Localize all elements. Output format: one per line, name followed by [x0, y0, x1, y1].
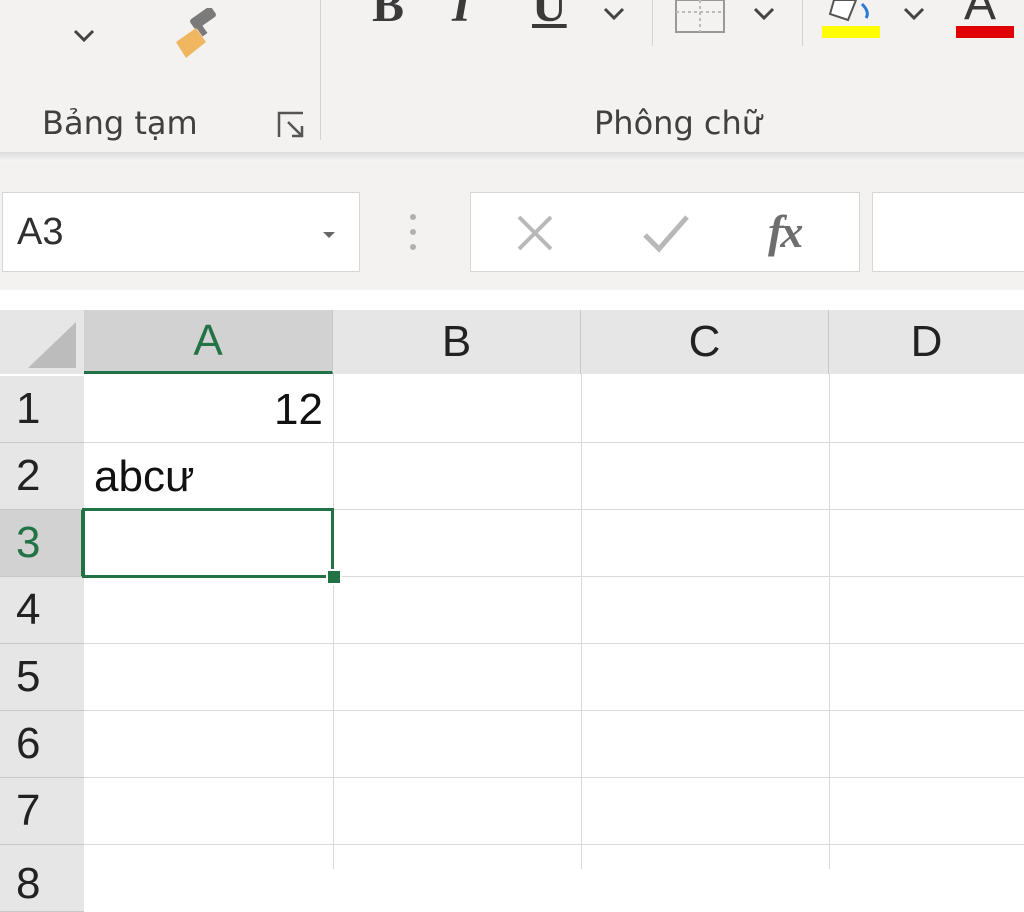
- ribbon-group-separator: [320, 0, 321, 140]
- column-header-c[interactable]: C: [581, 310, 829, 374]
- column-header-a[interactable]: A: [84, 310, 333, 374]
- row-header-8[interactable]: 8: [0, 845, 84, 912]
- row-gridline: [84, 710, 1024, 711]
- ribbon: Bảng tạm B I U A Phông chữ: [0, 0, 1024, 152]
- enter-check-icon[interactable]: [641, 213, 691, 258]
- column-gridline: [829, 374, 830, 869]
- underline-dropdown-chevron-icon[interactable]: [602, 6, 626, 27]
- row-header-3[interactable]: 3: [0, 510, 84, 577]
- fill-color-dropdown-chevron-icon[interactable]: [902, 6, 926, 27]
- select-all-button[interactable]: [0, 310, 84, 374]
- cell-a2[interactable]: abcư: [84, 444, 333, 510]
- format-painter-icon[interactable]: [168, 8, 228, 64]
- font-color-button[interactable]: A: [964, 0, 996, 28]
- active-cell-border: [82, 508, 334, 578]
- borders-icon[interactable]: [674, 0, 726, 34]
- column-gridline: [581, 374, 582, 869]
- row-header-2[interactable]: 2: [0, 443, 84, 510]
- row-gridline: [84, 777, 1024, 778]
- font-group-label: Phông chữ: [594, 104, 763, 142]
- ribbon-shadow: [0, 152, 1024, 162]
- row-header-7[interactable]: 7: [0, 778, 84, 845]
- row-header-1[interactable]: 1: [0, 376, 84, 443]
- insert-function-icon[interactable]: fx: [768, 205, 803, 258]
- row-header-6[interactable]: 6: [0, 711, 84, 778]
- fill-color-icon[interactable]: [822, 0, 882, 40]
- formula-bar-grip-icon[interactable]: [408, 212, 418, 257]
- italic-button[interactable]: I: [452, 0, 471, 30]
- column-gridline: [333, 374, 334, 869]
- borders-dropdown-chevron-icon[interactable]: [752, 6, 776, 27]
- formula-buttons: fx: [470, 192, 860, 272]
- underline-button[interactable]: U: [532, 0, 567, 30]
- fill-handle[interactable]: [326, 569, 342, 585]
- toolbar-separator: [802, 0, 803, 46]
- row-header-4[interactable]: 4: [0, 577, 84, 644]
- row-gridline: [84, 844, 1024, 845]
- name-box[interactable]: A3: [2, 192, 360, 272]
- row-header-5[interactable]: 5: [0, 644, 84, 711]
- row-gridline: [84, 643, 1024, 644]
- cell-a1[interactable]: 12: [84, 377, 333, 443]
- column-header-d[interactable]: D: [829, 310, 1024, 374]
- paste-dropdown-chevron-icon[interactable]: [72, 28, 96, 49]
- clipboard-dialog-launcher-icon[interactable]: [276, 110, 306, 140]
- clipboard-group-label: Bảng tạm: [42, 104, 198, 142]
- cancel-icon[interactable]: [515, 213, 555, 258]
- bold-button[interactable]: B: [372, 0, 404, 30]
- column-header-b[interactable]: B: [333, 310, 581, 374]
- name-box-value: A3: [17, 211, 64, 253]
- toolbar-separator: [652, 0, 653, 46]
- formula-input[interactable]: [872, 192, 1024, 272]
- name-box-dropdown-icon[interactable]: [321, 227, 337, 245]
- font-color-swatch: [956, 26, 1014, 38]
